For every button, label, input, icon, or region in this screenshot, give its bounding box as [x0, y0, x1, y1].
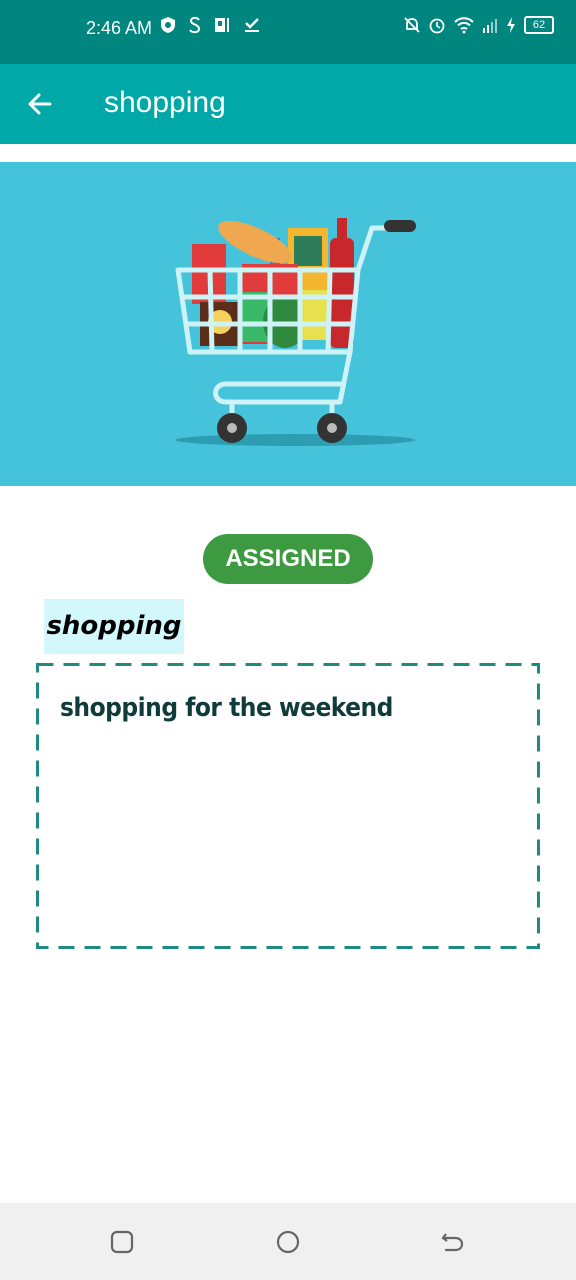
status-bar: 2:46 AM 62 [0, 0, 576, 64]
alarm-icon [429, 18, 445, 34]
download-done-icon [245, 18, 259, 32]
charging-icon [507, 17, 515, 33]
task-description: shopping for the weekend [60, 693, 393, 723]
recents-icon[interactable] [109, 1229, 135, 1255]
battery-indicator: 62 [524, 16, 554, 34]
shield-icon [161, 17, 175, 33]
mute-bell-icon [404, 17, 420, 33]
hero-banner [0, 162, 576, 486]
shopping-cart-illustration [175, 218, 416, 446]
description-box: shopping for the weekend [36, 663, 540, 949]
status-time: 2:46 AM [86, 18, 153, 38]
status-badge: ASSIGNED [203, 534, 373, 584]
app-bar: shopping [0, 64, 576, 144]
system-nav-bar [0, 1203, 576, 1280]
task-title: shopping [44, 599, 184, 654]
signal-icon [483, 19, 497, 33]
status-icons-right: 62 [404, 16, 554, 34]
status-icons-left [160, 16, 260, 34]
wifi-icon [454, 17, 474, 34]
pr-icon [215, 18, 229, 32]
page-title: shopping [104, 86, 226, 119]
home-icon[interactable] [275, 1229, 301, 1255]
arrow-back-icon[interactable] [24, 88, 56, 120]
back-icon[interactable] [440, 1229, 466, 1255]
s-badge-icon [189, 16, 201, 34]
